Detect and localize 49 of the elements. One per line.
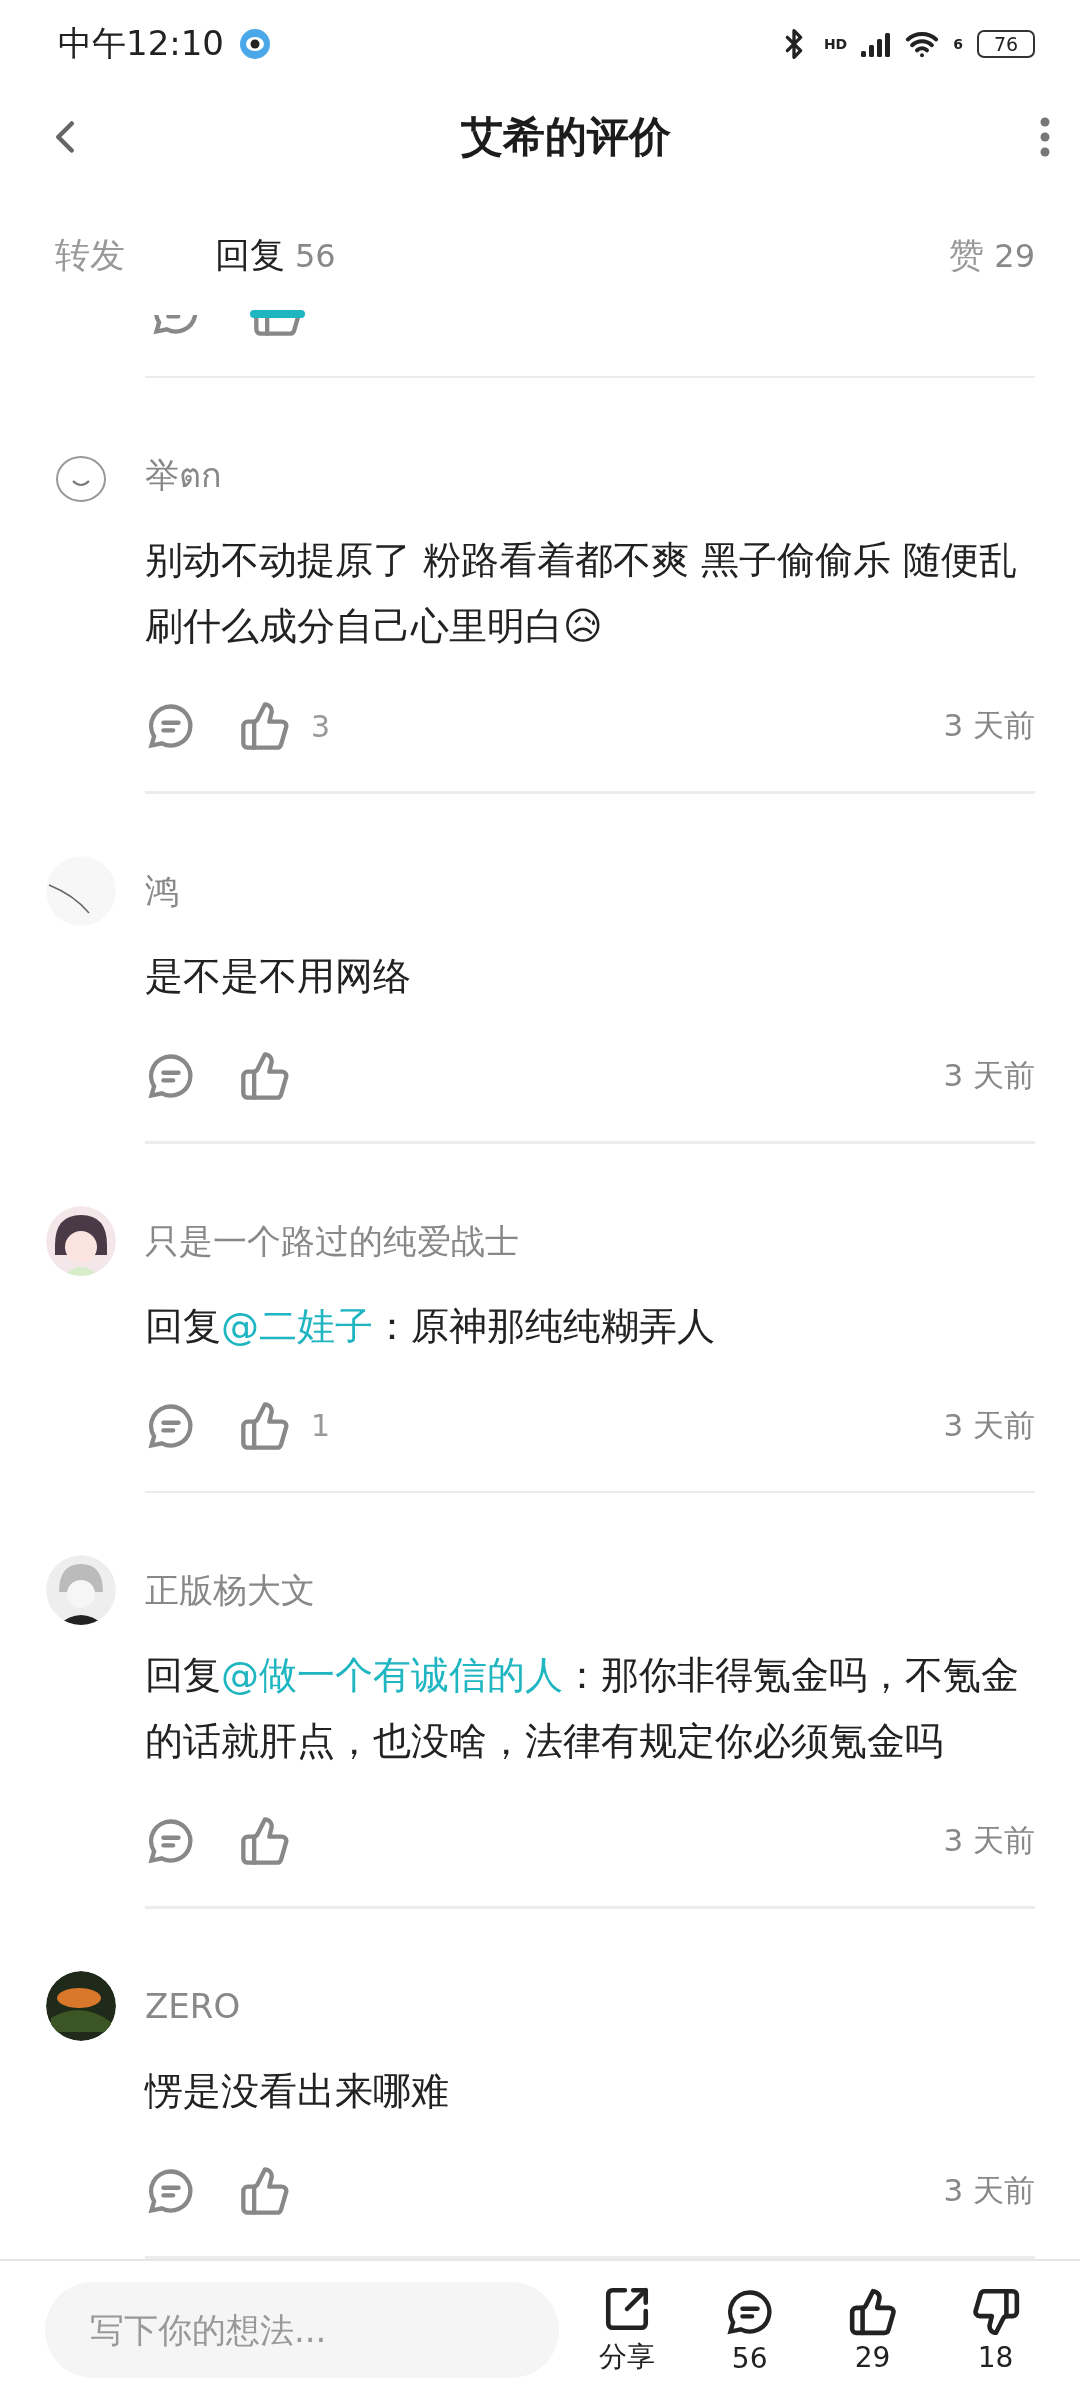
like-count: 3 [311, 708, 331, 744]
like-button[interactable] [239, 1399, 291, 1452]
like-button[interactable] [239, 2164, 291, 2217]
comment-time: 3 天前 [943, 706, 1035, 746]
status-time: 中午12:10 [58, 22, 224, 66]
user-name[interactable]: ZERO [145, 1975, 1035, 2036]
comment-text: 别动不动提原了 粉路看着都不爽 黑子偷偷乐 随便乱刷什么成分自己心里明白😥 [145, 537, 1019, 651]
dislike-button[interactable]: 18 [956, 2286, 1035, 2374]
mention-link[interactable]: @二娃子 [221, 1303, 373, 1348]
battery-indicator: 76 [977, 30, 1035, 59]
user-name[interactable]: 只是一个路过的纯爱战士 [145, 1210, 1035, 1271]
thumbs-up-icon [239, 2164, 291, 2217]
comment-text: 回复@二娃子：原神那纯纯糊弄人 [145, 1302, 716, 1350]
wifi-label: 6 [953, 36, 963, 53]
like-count: 1 [311, 1408, 331, 1444]
comment-time: 3 天前 [943, 1055, 1035, 1095]
more-icon [1040, 116, 1050, 157]
comment-input[interactable]: 写下你的想法... [45, 2282, 560, 2379]
thumbs-up-icon [239, 1815, 291, 1868]
share-button[interactable]: 分享 [587, 2284, 667, 2377]
thumbs-up-icon [239, 700, 291, 753]
thumbs-up-icon [847, 2286, 898, 2337]
app-icon [238, 27, 272, 62]
thumbs-up-icon [239, 1049, 291, 1102]
comments-button[interactable]: 56 [710, 2285, 790, 2375]
tab[interactable]: 回复 56 [215, 231, 336, 279]
comment-text: 愣是没看出来哪难 [145, 2067, 450, 2115]
like-button[interactable] [239, 1049, 291, 1102]
comment-text: 是不是不用网络 [145, 952, 412, 1000]
comment-time: 3 天前 [943, 1405, 1035, 1445]
more-button[interactable] [1040, 116, 1050, 157]
mention-link[interactable]: @做一个有诚信的人 [221, 1653, 563, 1698]
user-name[interactable]: 鸿 [145, 860, 1035, 921]
tab[interactable]: 赞 29 [949, 231, 1035, 279]
like-button[interactable]: 29 [833, 2286, 913, 2374]
comment-time: 3 天前 [943, 1821, 1035, 1861]
page-title: 艾希的评价 [461, 110, 671, 163]
thumbs-up-icon [239, 1399, 291, 1452]
thumbs-down-icon [970, 2286, 1021, 2337]
like-button[interactable] [239, 1815, 291, 1868]
comment-text: 回复@做一个有诚信的人：那你非得氪金吗，不氪金的话就肝点，也没啥，法律有规定你必须氪金吗 [145, 1652, 1020, 1766]
tab[interactable]: 转发 [55, 231, 125, 279]
tab-indicator [250, 309, 305, 318]
user-name[interactable]: 举ตก [145, 445, 1035, 506]
signal-icon [861, 31, 892, 58]
like-button[interactable] [239, 700, 291, 753]
user-name[interactable]: 正版杨大文 [145, 1560, 1035, 1621]
comment-time: 3 天前 [943, 2170, 1035, 2210]
network-label: HD [823, 36, 848, 53]
